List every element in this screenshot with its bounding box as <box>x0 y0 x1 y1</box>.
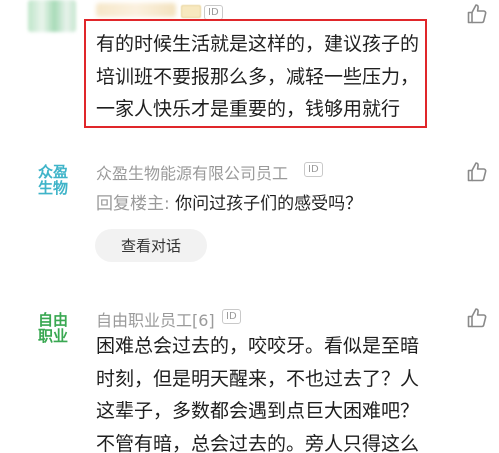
thumbs-up-icon[interactable] <box>465 2 489 26</box>
reply-line: 回复楼主: 你问过孩子们的感受吗？ <box>96 189 362 214</box>
comment-line: 不管有暗，总会过去的。旁人只得这么 <box>96 432 420 453</box>
avatar-blurred[interactable] <box>28 0 76 32</box>
level-badge <box>181 5 201 18</box>
comment-line: 这辈子，多数都会遇到点巨大困难吧？ <box>96 400 420 422</box>
username[interactable]: 自由职业员工[6] <box>96 307 215 331</box>
reply-prefix: 回复楼主: <box>96 194 170 214</box>
comment-line: 一家人快乐才是重要的，钱够用就行 <box>96 98 401 120</box>
id-badge: ID <box>222 309 241 324</box>
thumbs-up-icon[interactable] <box>465 160 489 184</box>
comment-line: 有的时候生活就是这样的，建议孩子的 <box>96 33 420 55</box>
view-dialog-button[interactable]: 查看对话 <box>95 229 207 262</box>
comment-line: 培训班不要报那么多，减轻一些压力， <box>96 65 420 88</box>
username-blurred[interactable] <box>96 3 176 17</box>
comment-line: 时刻，但是明天醒来，不也过去了？人 <box>96 367 420 390</box>
reply-text: 你问过孩子们的感受吗？ <box>169 194 363 214</box>
comment-feed: ID 有的时候生活就是这样的，建议孩子的 培训班不要报那么多，减轻一些压力， 一… <box>0 0 499 453</box>
avatar[interactable]: 自由 职业 <box>30 306 76 352</box>
avatar-text: 职业 <box>37 327 68 345</box>
id-badge: ID <box>204 5 223 20</box>
thumbs-up-icon[interactable] <box>465 306 489 330</box>
id-badge: ID <box>304 162 323 177</box>
comment-line: 困难总会过去的，咬咬牙。看似是至暗 <box>96 335 420 357</box>
username[interactable]: 众盈生物能源有限公司员工 <box>96 160 288 184</box>
avatar[interactable]: 众盈 生物 <box>30 158 76 204</box>
avatar-text: 生物 <box>37 179 68 197</box>
